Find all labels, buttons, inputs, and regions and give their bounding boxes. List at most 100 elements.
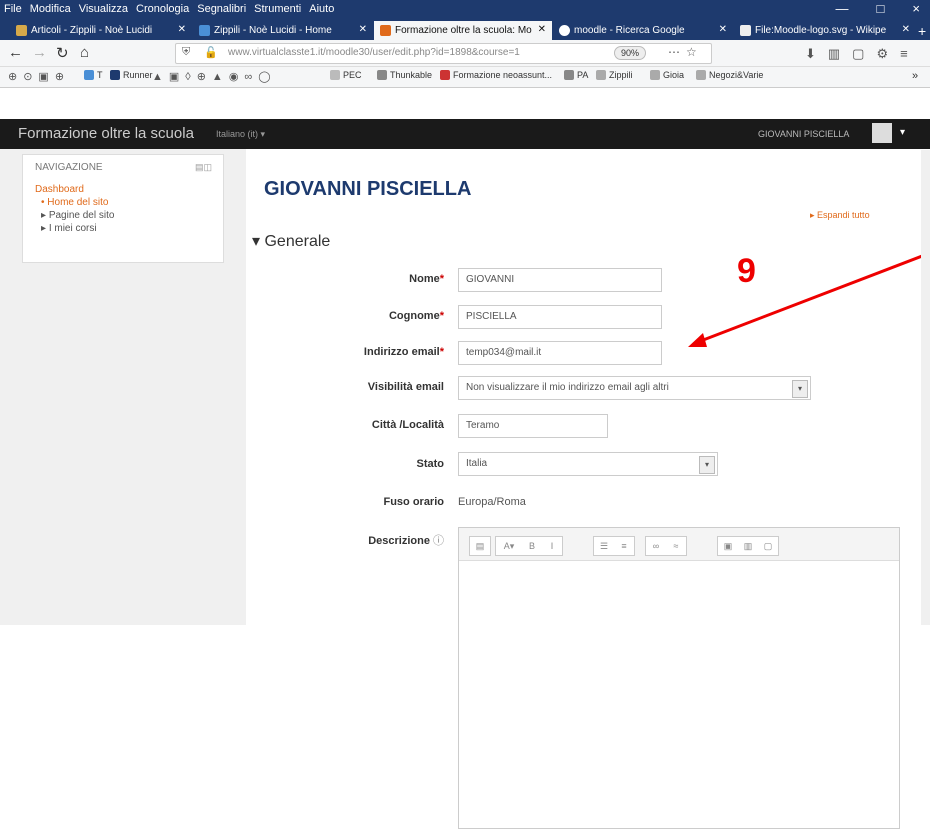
bookmark-pa[interactable]: PA [564,70,588,80]
country-select[interactable]: Italia ▾ [458,452,718,476]
chevron-down-icon: ▾ [792,380,808,398]
close-icon[interactable]: ✕ [719,24,727,35]
bullet-list-icon[interactable]: ☰ [594,537,614,555]
menu-aiuto[interactable]: Aiuto [309,3,334,15]
email-input[interactable]: temp034@mail.it [458,341,662,365]
avatar[interactable] [872,123,892,143]
user-name[interactable]: GIOVANNI PISCIELLA [758,129,849,139]
close-icon[interactable]: ✕ [359,24,367,35]
expand-all-link[interactable]: ▸ Espandi tutto [810,210,870,221]
close-icon[interactable]: ✕ [178,24,186,35]
email-visibility-select[interactable]: Non visualizzare il mio indirizzo email … [458,376,811,400]
tab-bar: Articoli - Zippili - Noè Lucidi ✕ Zippil… [0,20,930,40]
cognome-label: Cognome* [388,310,444,322]
bold-icon[interactable]: B [522,537,542,555]
country-label: Stato [416,458,445,470]
folder-icon [696,70,706,80]
file-icon[interactable]: ▢ [758,537,778,555]
toolbar-group: ▣ ▥ ▢ [717,536,779,556]
toolbar-icons[interactable]: ⬇▥▢⚙≡ [805,46,920,62]
bookmark-icons[interactable]: ▲▣◊⊕▲◉∞◯ [152,70,277,83]
nav-site-pages[interactable]: ▸ Pagine del sito [41,210,114,221]
page-actions-icon[interactable]: ⋯☆ [668,45,703,59]
unlink-icon[interactable]: ≈ [666,537,686,555]
bookmark-icons[interactable]: ⊕⊙▣⊕ [8,70,70,83]
email-visibility-label: Visibilità email [367,381,444,393]
menu-modifica[interactable]: Modifica [30,3,71,15]
menu-file[interactable]: File [4,3,22,15]
globe-icon [377,70,387,80]
close-window-button[interactable]: × [912,1,920,16]
tab-zippili-home[interactable]: Zippili - Noè Lucidi - Home ✕ [193,21,373,40]
url-bar[interactable]: ⛨ 🔓 www.virtualclasste1.it/moodle30/user… [175,43,712,64]
link-icon[interactable]: ∞ [646,537,666,555]
toolbar-group: ▤ [469,536,491,556]
block-controls-icon[interactable]: ▤◫ [195,162,212,173]
bookmark-pec[interactable]: PEC [330,70,362,80]
reload-icon[interactable]: ↻ [56,44,69,62]
navigation-block: NAVIGAZIONE ▤◫ Dashboard • Home del sito… [22,154,224,263]
back-icon[interactable]: ← [8,44,23,61]
moodle-favicon-icon [380,25,391,36]
language-menu[interactable]: Italiano (it) ▾ [216,129,265,140]
site-brand[interactable]: Formazione oltre la scuola [18,125,194,142]
new-tab-button[interactable]: + [918,21,930,40]
tab-articoli[interactable]: Articoli - Zippili - Noè Lucidi ✕ [10,21,192,40]
favicon-icon [16,25,27,36]
nav-home[interactable]: • Home del sito [41,197,108,208]
home-icon[interactable]: ⌂ [80,44,89,61]
bookmark-thunkable[interactable]: Thunkable [377,70,432,80]
menu-segnalibri[interactable]: Segnalibri [197,3,246,15]
menu-cronologia[interactable]: Cronologia [136,3,189,15]
nav-dashboard[interactable]: Dashboard [35,184,84,195]
cognome-input[interactable]: PISCIELLA [458,305,662,329]
nome-input[interactable]: GIOVANNI [458,268,662,292]
description-editor[interactable]: ▤ A▾ B I ☰ ≡ ∞ ≈ ▣ ▥ ▢ [458,527,900,829]
numbered-list-icon[interactable]: ≡ [614,537,634,555]
more-bookmarks-icon[interactable]: » [912,70,918,82]
tab-wikipedia[interactable]: File:Moodle-logo.svg - Wikipe ✕ [734,21,916,40]
nome-label: Nome* [409,273,444,285]
close-icon[interactable]: ✕ [538,24,546,35]
forward-icon[interactable]: → [32,44,47,61]
minimize-button[interactable]: — [836,1,849,16]
section-generale[interactable]: ▾ Generale [252,231,330,251]
nav-my-courses[interactable]: ▸ I miei corsi [41,223,97,234]
show-more-icon[interactable]: ▤ [470,537,490,555]
bookmark-icon [440,70,450,80]
user-menu-caret-icon[interactable]: ▾ [900,127,905,138]
bookmark-negozi[interactable]: Negozi&Varie [696,70,763,80]
folder-icon [596,70,606,80]
tab-title: Formazione oltre la scuola: Mo [395,25,532,36]
bookmark-zippili[interactable]: Zippili [596,70,633,80]
zoom-level[interactable]: 90% [614,46,647,60]
font-style-icon[interactable]: A▾ [496,537,522,555]
menu-strumenti[interactable]: Strumenti [254,3,301,15]
maximize-button[interactable]: □ [877,1,885,16]
tab-formazione[interactable]: Formazione oltre la scuola: Mo ✕ [374,21,552,40]
city-input[interactable]: Teramo [458,414,608,438]
bookmark-runner[interactable]: Runner [110,70,153,80]
page-scrollbar[interactable] [921,150,930,625]
italic-icon[interactable]: I [542,537,562,555]
tab-title: moodle - Ricerca Google [574,25,685,36]
bookmark-formazione[interactable]: Formazione neoassunt... [440,70,552,80]
folder-icon [650,70,660,80]
moodle-header: Formazione oltre la scuola Italiano (it)… [0,119,930,149]
menu-bar: File Modifica Visualizza Cronologia Segn… [0,0,930,20]
url-text[interactable]: www.virtualclasste1.it/moodle30/user/edi… [228,47,520,58]
image-icon[interactable]: ▣ [718,537,738,555]
runner-icon [110,70,120,80]
nav-bar: ← → ↻ ⌂ ⛨ 🔓 www.virtualclasste1.it/moodl… [0,40,930,67]
tab-title: Articoli - Zippili - Noè Lucidi [31,25,153,36]
bookmark-gioia[interactable]: Gioia [650,70,684,80]
page-title: GIOVANNI PISCIELLA [264,178,472,200]
annotation-number: 9 [737,252,756,290]
menu-visualizza[interactable]: Visualizza [79,3,128,15]
help-icon[interactable]: ⓘ [433,535,444,547]
bookmark-t[interactable]: T [84,70,103,80]
close-icon[interactable]: ✕ [902,24,910,35]
media-icon[interactable]: ▥ [738,537,758,555]
block-title: NAVIGAZIONE [35,162,103,173]
tab-google[interactable]: moodle - Ricerca Google ✕ [553,21,733,40]
